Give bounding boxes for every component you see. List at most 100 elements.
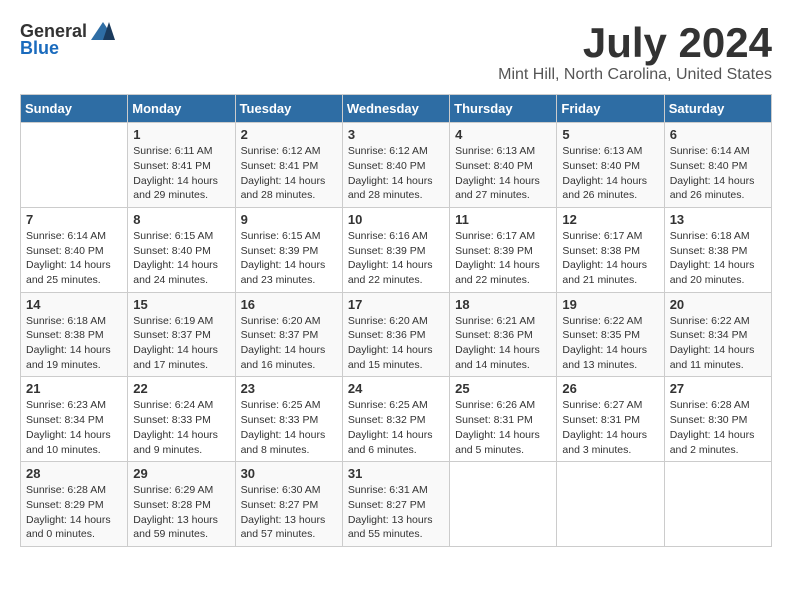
calendar-cell: 4 Sunrise: 6:13 AM Sunset: 8:40 PM Daylig… [450, 123, 557, 208]
day-info: Sunrise: 6:27 AM Sunset: 8:31 PM Dayligh… [562, 398, 658, 457]
day-info: Sunrise: 6:31 AM Sunset: 8:27 PM Dayligh… [348, 483, 444, 542]
day-info: Sunrise: 6:12 AM Sunset: 8:41 PM Dayligh… [241, 144, 337, 203]
day-number: 9 [241, 212, 337, 227]
header: General Blue July 2024 Mint Hill, North … [20, 20, 772, 84]
calendar-cell: 5 Sunrise: 6:13 AM Sunset: 8:40 PM Daylig… [557, 123, 664, 208]
calendar-cell: 21 Sunrise: 6:23 AM Sunset: 8:34 PM Dayli… [21, 377, 128, 462]
calendar-cell: 14Sunrise: 6:18 AM Sunset: 8:38 PM Dayli… [21, 292, 128, 377]
location-subtitle: Mint Hill, North Carolina, United States [498, 66, 772, 84]
calendar-cell: 25 Sunrise: 6:26 AM Sunset: 8:31 PM Dayli… [450, 377, 557, 462]
calendar-week-row: 1Sunrise: 6:11 AM Sunset: 8:41 PM Daylig… [21, 123, 772, 208]
day-number: 22 [133, 381, 229, 396]
calendar-cell: 30 Sunrise: 6:30 AM Sunset: 8:27 PM Dayli… [235, 462, 342, 547]
calendar-cell: 2 Sunrise: 6:12 AM Sunset: 8:41 PM Daylig… [235, 123, 342, 208]
day-info: Sunrise: 6:18 AM Sunset: 8:38 PM Dayligh… [670, 229, 766, 288]
header-monday: Monday [128, 95, 235, 123]
calendar-cell: 6 Sunrise: 6:14 AM Sunset: 8:40 PM Daylig… [664, 123, 771, 208]
header-wednesday: Wednesday [342, 95, 449, 123]
day-number: 26 [562, 381, 658, 396]
day-info: Sunrise: 6:16 AM Sunset: 8:39 PM Dayligh… [348, 229, 444, 288]
day-number: 21 [26, 381, 122, 396]
calendar-cell: 29Sunrise: 6:29 AM Sunset: 8:28 PM Dayli… [128, 462, 235, 547]
logo-blue-text: Blue [20, 38, 59, 59]
calendar-cell: 26 Sunrise: 6:27 AM Sunset: 8:31 PM Dayli… [557, 377, 664, 462]
calendar-week-row: 7 Sunrise: 6:14 AM Sunset: 8:40 PM Daylig… [21, 207, 772, 292]
day-info: Sunrise: 6:29 AM Sunset: 8:28 PM Dayligh… [133, 483, 229, 542]
day-number: 25 [455, 381, 551, 396]
logo: General Blue [20, 20, 117, 59]
day-number: 7 [26, 212, 122, 227]
calendar-cell: 9 Sunrise: 6:15 AM Sunset: 8:39 PM Daylig… [235, 207, 342, 292]
day-info: Sunrise: 6:23 AM Sunset: 8:34 PM Dayligh… [26, 398, 122, 457]
calendar-cell: 17 Sunrise: 6:20 AM Sunset: 8:36 PM Dayli… [342, 292, 449, 377]
calendar-cell: 22 Sunrise: 6:24 AM Sunset: 8:33 PM Dayli… [128, 377, 235, 462]
day-number: 13 [670, 212, 766, 227]
calendar-header-row: SundayMondayTuesdayWednesdayThursdayFrid… [21, 95, 772, 123]
day-number: 16 [241, 297, 337, 312]
day-info: Sunrise: 6:13 AM Sunset: 8:40 PM Dayligh… [562, 144, 658, 203]
day-number: 23 [241, 381, 337, 396]
header-sunday: Sunday [21, 95, 128, 123]
day-number: 30 [241, 466, 337, 481]
calendar-cell: 20Sunrise: 6:22 AM Sunset: 8:34 PM Dayli… [664, 292, 771, 377]
calendar-cell: 12Sunrise: 6:17 AM Sunset: 8:38 PM Dayli… [557, 207, 664, 292]
day-number: 4 [455, 127, 551, 142]
day-info: Sunrise: 6:18 AM Sunset: 8:38 PM Dayligh… [26, 314, 122, 373]
day-info: Sunrise: 6:20 AM Sunset: 8:37 PM Dayligh… [241, 314, 337, 373]
day-number: 2 [241, 127, 337, 142]
calendar-cell: 8Sunrise: 6:15 AM Sunset: 8:40 PM Daylig… [128, 207, 235, 292]
header-saturday: Saturday [664, 95, 771, 123]
day-info: Sunrise: 6:30 AM Sunset: 8:27 PM Dayligh… [241, 483, 337, 542]
calendar-week-row: 28Sunrise: 6:28 AM Sunset: 8:29 PM Dayli… [21, 462, 772, 547]
month-year-title: July 2024 [498, 20, 772, 66]
calendar-cell: 11 Sunrise: 6:17 AM Sunset: 8:39 PM Dayli… [450, 207, 557, 292]
calendar-cell [557, 462, 664, 547]
day-number: 15 [133, 297, 229, 312]
day-number: 18 [455, 297, 551, 312]
calendar-cell [21, 123, 128, 208]
day-info: Sunrise: 6:22 AM Sunset: 8:34 PM Dayligh… [670, 314, 766, 373]
day-info: Sunrise: 6:22 AM Sunset: 8:35 PM Dayligh… [562, 314, 658, 373]
calendar-cell: 10 Sunrise: 6:16 AM Sunset: 8:39 PM Dayli… [342, 207, 449, 292]
calendar-cell: 1Sunrise: 6:11 AM Sunset: 8:41 PM Daylig… [128, 123, 235, 208]
day-info: Sunrise: 6:26 AM Sunset: 8:31 PM Dayligh… [455, 398, 551, 457]
day-number: 3 [348, 127, 444, 142]
calendar-cell: 3 Sunrise: 6:12 AM Sunset: 8:40 PM Daylig… [342, 123, 449, 208]
day-info: Sunrise: 6:15 AM Sunset: 8:39 PM Dayligh… [241, 229, 337, 288]
day-number: 17 [348, 297, 444, 312]
day-info: Sunrise: 6:19 AM Sunset: 8:37 PM Dayligh… [133, 314, 229, 373]
day-number: 24 [348, 381, 444, 396]
day-number: 28 [26, 466, 122, 481]
title-area: July 2024 Mint Hill, North Carolina, Uni… [498, 20, 772, 84]
day-number: 31 [348, 466, 444, 481]
header-tuesday: Tuesday [235, 95, 342, 123]
day-info: Sunrise: 6:14 AM Sunset: 8:40 PM Dayligh… [26, 229, 122, 288]
day-info: Sunrise: 6:21 AM Sunset: 8:36 PM Dayligh… [455, 314, 551, 373]
calendar-cell: 15 Sunrise: 6:19 AM Sunset: 8:37 PM Dayli… [128, 292, 235, 377]
calendar-cell: 16 Sunrise: 6:20 AM Sunset: 8:37 PM Dayli… [235, 292, 342, 377]
calendar-cell [450, 462, 557, 547]
calendar-cell: 19 Sunrise: 6:22 AM Sunset: 8:35 PM Dayli… [557, 292, 664, 377]
day-info: Sunrise: 6:17 AM Sunset: 8:39 PM Dayligh… [455, 229, 551, 288]
day-number: 11 [455, 212, 551, 227]
day-number: 5 [562, 127, 658, 142]
day-number: 19 [562, 297, 658, 312]
day-info: Sunrise: 6:25 AM Sunset: 8:33 PM Dayligh… [241, 398, 337, 457]
calendar-cell: 24Sunrise: 6:25 AM Sunset: 8:32 PM Dayli… [342, 377, 449, 462]
day-info: Sunrise: 6:24 AM Sunset: 8:33 PM Dayligh… [133, 398, 229, 457]
calendar-cell: 27 Sunrise: 6:28 AM Sunset: 8:30 PM Dayli… [664, 377, 771, 462]
day-number: 8 [133, 212, 229, 227]
day-number: 10 [348, 212, 444, 227]
calendar-cell: 23 Sunrise: 6:25 AM Sunset: 8:33 PM Dayli… [235, 377, 342, 462]
day-number: 27 [670, 381, 766, 396]
calendar-cell: 18 Sunrise: 6:21 AM Sunset: 8:36 PM Dayli… [450, 292, 557, 377]
day-info: Sunrise: 6:20 AM Sunset: 8:36 PM Dayligh… [348, 314, 444, 373]
day-info: Sunrise: 6:12 AM Sunset: 8:40 PM Dayligh… [348, 144, 444, 203]
day-info: Sunrise: 6:13 AM Sunset: 8:40 PM Dayligh… [455, 144, 551, 203]
day-info: Sunrise: 6:14 AM Sunset: 8:40 PM Dayligh… [670, 144, 766, 203]
day-info: Sunrise: 6:28 AM Sunset: 8:30 PM Dayligh… [670, 398, 766, 457]
day-number: 12 [562, 212, 658, 227]
calendar-cell: 13 Sunrise: 6:18 AM Sunset: 8:38 PM Dayli… [664, 207, 771, 292]
day-number: 6 [670, 127, 766, 142]
header-friday: Friday [557, 95, 664, 123]
